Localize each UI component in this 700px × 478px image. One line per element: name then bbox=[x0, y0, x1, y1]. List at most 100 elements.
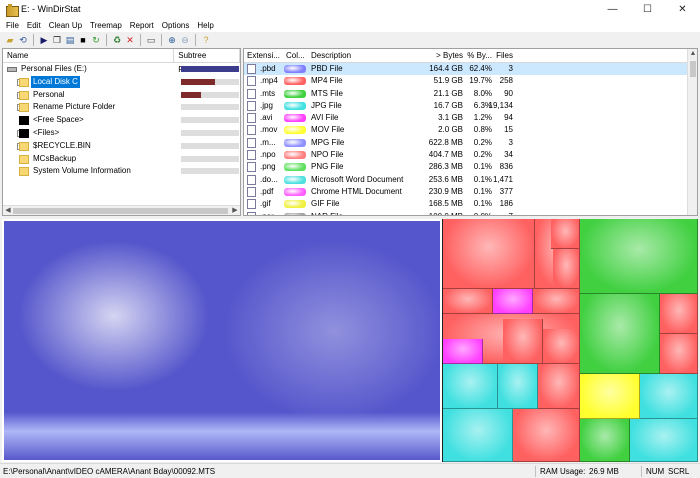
tree-row[interactable]: Personal Files (E:) bbox=[3, 63, 240, 76]
extension-list[interactable]: Extensi... Col... Description > Bytes % … bbox=[243, 48, 698, 216]
close-button[interactable]: ✕ bbox=[665, 0, 700, 18]
treemap-cell[interactable] bbox=[660, 294, 698, 334]
file-type-icon bbox=[247, 113, 256, 124]
extension-row[interactable]: .m... MPG File 622.8 MB 0.2% 3 bbox=[244, 137, 697, 149]
scroll-right-icon[interactable]: ▶ bbox=[230, 206, 240, 215]
extension-row[interactable]: .png PNG File 286.3 MB 0.1% 836 bbox=[244, 161, 697, 173]
treemap-cell[interactable] bbox=[580, 294, 660, 374]
description-cell: NPO File bbox=[311, 150, 344, 160]
menu-clean-up[interactable]: Clean Up bbox=[45, 21, 86, 30]
treemap-selected-block[interactable] bbox=[2, 219, 442, 462]
copy-icon[interactable]: ❐ bbox=[51, 34, 63, 46]
horizontal-scrollbar[interactable]: ◀ ▶ bbox=[3, 205, 240, 215]
delete-icon[interactable]: ✕ bbox=[124, 34, 136, 46]
refresh-all-icon[interactable]: ⟲ bbox=[17, 34, 29, 46]
treemap-cell[interactable] bbox=[580, 374, 640, 419]
extension-row[interactable]: .pbd PBD File 164.4 GB 62.4% 3 bbox=[244, 63, 697, 76]
menu-options[interactable]: Options bbox=[158, 21, 194, 30]
extension-row[interactable]: .avi AVI File 3.1 GB 1.2% 94 bbox=[244, 112, 697, 124]
scroll-left-icon[interactable]: ◀ bbox=[3, 206, 13, 215]
recycle-icon[interactable]: ♻ bbox=[111, 34, 123, 46]
tree-row[interactable]: +$RECYCLE.BIN bbox=[3, 140, 240, 153]
scrollbar-thumb[interactable] bbox=[690, 61, 696, 77]
tree-rows: Personal Files (E:) +Local Disk C+Persona… bbox=[3, 63, 240, 178]
treemap-cell[interactable] bbox=[580, 219, 698, 294]
column-percent-bytes[interactable]: % By... bbox=[467, 49, 492, 63]
treemap-cell[interactable] bbox=[443, 409, 513, 462]
new-folder-icon[interactable]: ▭ bbox=[145, 34, 157, 46]
scroll-up-icon[interactable]: ▲ bbox=[688, 49, 697, 59]
extension-row[interactable]: .nar NAR File 100.0 MB 0.0% 7 bbox=[244, 211, 697, 215]
extension-row[interactable]: .pdf Chrome HTML Document 230.9 MB 0.1% 377 bbox=[244, 186, 697, 198]
treemap-cell[interactable] bbox=[443, 289, 493, 314]
menu-help[interactable]: Help bbox=[193, 21, 217, 30]
menu-report[interactable]: Report bbox=[126, 21, 158, 30]
column-bytes[interactable]: > Bytes bbox=[436, 49, 463, 63]
column-subtree-percent[interactable]: Subtree Percent... bbox=[174, 49, 240, 74]
tree-row[interactable]: +<Files> bbox=[3, 127, 240, 140]
menu-edit[interactable]: Edit bbox=[23, 21, 45, 30]
zoom-out-icon[interactable]: ⊖ bbox=[179, 34, 191, 46]
extension-row[interactable]: .mp4 MP4 File 51.9 GB 19.7% 258 bbox=[244, 75, 697, 87]
description-cell: NAR File bbox=[311, 211, 343, 215]
minimize-button[interactable]: — bbox=[595, 0, 630, 18]
extension-cell: .jpg bbox=[260, 100, 273, 110]
extension-row[interactable]: .mov MOV File 2.0 GB 0.8% 15 bbox=[244, 124, 697, 136]
tree-row[interactable]: System Volume Information bbox=[3, 165, 240, 178]
column-extension[interactable]: Extensi... bbox=[247, 49, 280, 63]
treemap-cell[interactable] bbox=[513, 409, 580, 462]
tree-row[interactable]: +Personal bbox=[3, 89, 240, 102]
column-files[interactable]: Files bbox=[496, 49, 513, 63]
explorer-icon[interactable]: ▤ bbox=[64, 34, 76, 46]
tree-row[interactable]: <Free Space> bbox=[3, 114, 240, 127]
command-prompt-icon[interactable]: ■ bbox=[77, 34, 89, 46]
extension-row[interactable]: .mts MTS File 21.1 GB 8.0% 90 bbox=[244, 88, 697, 100]
zoom-in-icon[interactable]: ⊕ bbox=[166, 34, 178, 46]
subtree-percent-bar bbox=[181, 91, 239, 98]
maximize-button[interactable]: ☐ bbox=[630, 0, 665, 18]
treemap-cell[interactable] bbox=[443, 364, 498, 409]
tree-row[interactable]: +Rename Picture Folder bbox=[3, 101, 240, 114]
menu-file[interactable]: File bbox=[2, 21, 23, 30]
scrollbar-thumb[interactable] bbox=[13, 208, 228, 214]
treemap-cell[interactable] bbox=[543, 329, 580, 364]
description-cell: Chrome HTML Document bbox=[311, 186, 402, 196]
treemap-cell[interactable] bbox=[551, 219, 580, 249]
treemap-other-files[interactable] bbox=[443, 219, 698, 462]
treemap-cell[interactable] bbox=[493, 289, 533, 314]
tree-item-label: $RECYCLE.BIN bbox=[33, 140, 91, 150]
treemap-cell[interactable] bbox=[630, 419, 698, 462]
extension-cell: .nar bbox=[260, 211, 274, 215]
files-cell: 94 bbox=[504, 113, 513, 123]
treemap-cell[interactable] bbox=[498, 364, 538, 409]
tree-row[interactable]: MCsBackup bbox=[3, 153, 240, 166]
treemap-cell[interactable] bbox=[640, 374, 698, 419]
file-type-icon bbox=[247, 88, 256, 99]
help-icon[interactable]: ? bbox=[200, 34, 212, 46]
extension-row[interactable]: .jpg JPG File 16.7 GB 6.3% 19,134 bbox=[244, 100, 697, 112]
refresh-icon[interactable]: ↻ bbox=[90, 34, 102, 46]
column-name[interactable]: Name bbox=[3, 49, 175, 62]
extension-row[interactable]: .do... Microsoft Word Document 253.6 MB 0.1… bbox=[244, 174, 697, 186]
directory-tree[interactable]: Name Subtree Percent... Personal Files (… bbox=[2, 48, 241, 216]
extension-row[interactable]: .gif GIF File 168.5 MB 0.1% 186 bbox=[244, 198, 697, 210]
treemap-cell[interactable] bbox=[538, 364, 580, 409]
treemap-cell[interactable] bbox=[660, 334, 698, 374]
treemap-cell[interactable] bbox=[553, 249, 580, 289]
open-icon[interactable]: ▰ bbox=[4, 34, 16, 46]
column-color[interactable]: Col... bbox=[286, 49, 305, 63]
menu-treemap[interactable]: Treemap bbox=[86, 21, 126, 30]
treemap-cell[interactable] bbox=[503, 319, 543, 364]
extension-row[interactable]: .npo NPO File 404.7 MB 0.2% 34 bbox=[244, 149, 697, 161]
toolbar-separator bbox=[140, 33, 141, 46]
vertical-scrollbar[interactable]: ▲ bbox=[687, 49, 697, 215]
treemap-cell[interactable] bbox=[443, 339, 483, 364]
treemap-cell[interactable] bbox=[443, 219, 535, 289]
treemap-cell[interactable] bbox=[533, 289, 580, 314]
column-description[interactable]: Description bbox=[311, 49, 351, 63]
play-icon[interactable]: ▶ bbox=[38, 34, 50, 46]
tree-row[interactable]: +Local Disk C bbox=[3, 75, 240, 89]
treemap[interactable] bbox=[2, 219, 698, 462]
treemap-cell[interactable] bbox=[580, 419, 630, 462]
subtree-percent-bar bbox=[181, 129, 239, 136]
